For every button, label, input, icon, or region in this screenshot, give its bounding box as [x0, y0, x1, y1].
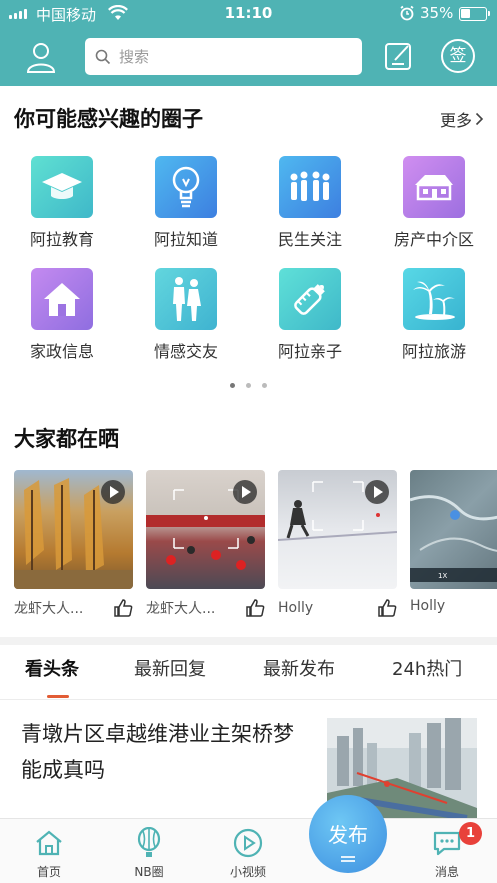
publish-label: 发布 [328, 823, 368, 847]
search-input[interactable]: 搜索 [85, 38, 362, 75]
circle-label: 房产中介区 [393, 230, 474, 249]
couple-icon [155, 268, 217, 330]
news-tabs: 看头条 最新回复 最新发布 24h热门 [0, 655, 497, 697]
circle-label: 情感交友 [153, 342, 218, 361]
circle-item[interactable]: 阿拉旅游 [372, 268, 496, 362]
publish-button[interactable]: 发布 [309, 795, 387, 873]
circle-item[interactable]: 阿拉亲子 [248, 268, 372, 362]
thumbs-up-icon[interactable] [377, 598, 397, 618]
tabs-divider [0, 699, 497, 700]
play-icon [233, 480, 257, 504]
video-thumbnail[interactable] [278, 470, 397, 589]
circle-label: 家政信息 [29, 342, 94, 361]
balloon-icon [137, 827, 161, 857]
battery-percent: 35% [420, 4, 454, 22]
circle-label: 阿拉知道 [153, 230, 218, 249]
nav-label: 小视频 [229, 865, 266, 879]
people-icon [279, 156, 341, 218]
nav-label: 首页 [36, 865, 61, 879]
videos-section-title: 大家都在晒 [14, 427, 119, 451]
alarm-icon [400, 5, 414, 21]
tab-latest-replies[interactable]: 最新回复 [134, 655, 206, 681]
circles-section-title: 你可能感兴趣的圈子 [14, 107, 203, 131]
chevron-right-icon [475, 112, 484, 126]
circle-item[interactable]: 阿拉教育 [0, 156, 124, 250]
battery-icon [459, 7, 490, 21]
nav-home[interactable]: 首页 [4, 827, 94, 880]
bottom-nav: 首页 NB圈 小视频 消息 [0, 818, 497, 883]
video-card[interactable]: 龙虾大人... [14, 470, 133, 618]
circle-label: 阿拉亲子 [277, 342, 342, 361]
more-label: 更多 [440, 111, 473, 130]
nav-label: 消息 [434, 865, 459, 879]
circle-label: 阿拉教育 [29, 230, 94, 249]
circle-label: 民生关注 [277, 230, 342, 249]
section-divider [0, 637, 497, 645]
nav-label: NB圈 [134, 865, 164, 879]
play-icon [365, 480, 389, 504]
tab-24h-hot[interactable]: 24h热门 [392, 655, 462, 681]
circle-item[interactable]: 家政信息 [0, 268, 124, 362]
home-icon [31, 268, 93, 330]
play-circle-icon [233, 828, 263, 858]
graduation-cap-icon [31, 156, 93, 218]
thumbs-up-icon[interactable] [245, 598, 265, 618]
circle-item[interactable]: 情感交友 [124, 268, 248, 362]
palm-tree-icon [403, 268, 465, 330]
tab-headlines[interactable]: 看头条 [25, 655, 79, 681]
play-icon [101, 480, 125, 504]
search-placeholder: 搜索 [119, 48, 150, 66]
circle-item[interactable]: 民生关注 [248, 156, 372, 250]
lightbulb-icon [155, 156, 217, 218]
baby-bottle-icon [279, 268, 341, 330]
nav-short-video[interactable]: 小视频 [203, 827, 293, 880]
circle-item[interactable]: 阿拉知道 [124, 156, 248, 250]
svg-text:1X: 1X [438, 572, 447, 580]
video-thumbnail[interactable] [14, 470, 133, 589]
video-author: Holly [410, 598, 446, 614]
search-icon [95, 49, 111, 64]
tab-latest-posts[interactable]: 最新发布 [263, 655, 335, 681]
circle-label: 阿拉旅游 [401, 342, 466, 361]
nav-nb-circle[interactable]: NB圈 [104, 827, 194, 880]
news-title[interactable]: 青墩片区卓越维港业主架桥梦能成真吗 [21, 716, 311, 788]
video-author: 龙虾大人... [14, 601, 84, 617]
video-carousel[interactable]: 龙虾大人... 龙虾大人... Holly 1X Holly [14, 470, 497, 625]
video-card[interactable]: Holly [278, 470, 397, 618]
video-author: Holly [278, 600, 314, 616]
user-profile-icon[interactable] [24, 40, 58, 74]
home-icon [36, 830, 62, 856]
video-card[interactable]: 1X Holly [410, 470, 497, 614]
status-bar: 中国移动 11:10 35% [0, 0, 497, 28]
circle-item[interactable]: 房产中介区 [372, 156, 496, 250]
video-thumbnail[interactable] [146, 470, 265, 589]
active-tab-indicator [47, 695, 69, 698]
video-author: 龙虾大人... [146, 601, 216, 617]
check-in-button[interactable]: 签 [441, 39, 475, 73]
more-link[interactable]: 更多 [440, 107, 484, 131]
video-thumbnail[interactable]: 1X [410, 470, 497, 589]
message-badge: 1 [459, 822, 482, 845]
top-bar: 中国移动 11:10 35% 搜索 签 [0, 0, 497, 86]
compose-icon[interactable] [383, 40, 415, 72]
menu-lines-icon [341, 856, 355, 858]
thumbs-up-icon[interactable] [113, 598, 133, 618]
video-card[interactable]: 龙虾大人... [146, 470, 265, 618]
page-indicator [230, 383, 267, 388]
house-icon [403, 156, 465, 218]
chat-icon [433, 831, 461, 856]
